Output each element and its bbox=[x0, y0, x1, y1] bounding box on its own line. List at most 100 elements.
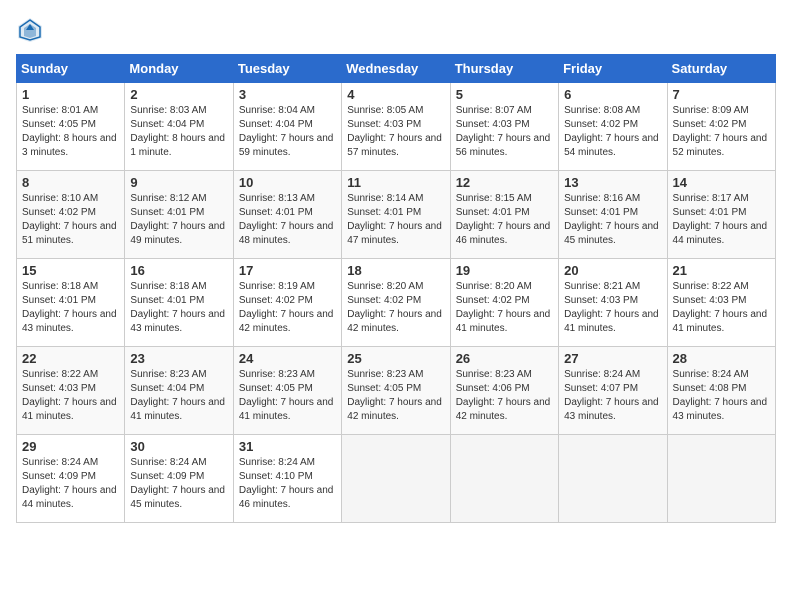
day-number: 6 bbox=[564, 87, 661, 102]
calendar-cell: 7 Sunrise: 8:09 AMSunset: 4:02 PMDaylight… bbox=[667, 83, 775, 171]
col-wednesday: Wednesday bbox=[342, 55, 450, 83]
calendar-cell: 12 Sunrise: 8:15 AMSunset: 4:01 PMDayligh… bbox=[450, 171, 558, 259]
calendar-cell: 29 Sunrise: 8:24 AMSunset: 4:09 PMDayligh… bbox=[17, 435, 125, 523]
day-info: Sunrise: 8:23 AMSunset: 4:04 PMDaylight:… bbox=[130, 369, 225, 422]
day-number: 11 bbox=[347, 175, 444, 190]
col-tuesday: Tuesday bbox=[233, 55, 341, 83]
calendar-week-4: 22 Sunrise: 8:22 AMSunset: 4:03 PMDayligh… bbox=[17, 347, 776, 435]
day-number: 4 bbox=[347, 87, 444, 102]
day-info: Sunrise: 8:03 AMSunset: 4:04 PMDaylight:… bbox=[130, 105, 225, 158]
calendar-cell: 5 Sunrise: 8:07 AMSunset: 4:03 PMDaylight… bbox=[450, 83, 558, 171]
day-info: Sunrise: 8:04 AMSunset: 4:04 PMDaylight:… bbox=[239, 105, 334, 158]
day-number: 5 bbox=[456, 87, 553, 102]
calendar-cell: 22 Sunrise: 8:22 AMSunset: 4:03 PMDayligh… bbox=[17, 347, 125, 435]
day-info: Sunrise: 8:23 AMSunset: 4:05 PMDaylight:… bbox=[239, 369, 334, 422]
day-info: Sunrise: 8:10 AMSunset: 4:02 PMDaylight:… bbox=[22, 193, 117, 246]
day-number: 21 bbox=[673, 263, 770, 278]
day-number: 20 bbox=[564, 263, 661, 278]
day-number: 1 bbox=[22, 87, 119, 102]
day-number: 29 bbox=[22, 439, 119, 454]
day-info: Sunrise: 8:23 AMSunset: 4:05 PMDaylight:… bbox=[347, 369, 442, 422]
day-info: Sunrise: 8:24 AMSunset: 4:10 PMDaylight:… bbox=[239, 457, 334, 510]
calendar-cell bbox=[342, 435, 450, 523]
day-info: Sunrise: 8:18 AMSunset: 4:01 PMDaylight:… bbox=[130, 281, 225, 334]
calendar-week-1: 1 Sunrise: 8:01 AMSunset: 4:05 PMDaylight… bbox=[17, 83, 776, 171]
page-header bbox=[16, 16, 776, 44]
logo-icon bbox=[16, 16, 44, 44]
day-info: Sunrise: 8:01 AMSunset: 4:05 PMDaylight:… bbox=[22, 105, 117, 158]
day-number: 22 bbox=[22, 351, 119, 366]
day-info: Sunrise: 8:13 AMSunset: 4:01 PMDaylight:… bbox=[239, 193, 334, 246]
calendar-cell: 26Sunrise: 8:23 AMSunset: 4:06 PMDayligh… bbox=[450, 347, 558, 435]
calendar-cell: 31 Sunrise: 8:24 AMSunset: 4:10 PMDayligh… bbox=[233, 435, 341, 523]
calendar-cell bbox=[450, 435, 558, 523]
day-info: Sunrise: 8:08 AMSunset: 4:02 PMDaylight:… bbox=[564, 105, 659, 158]
calendar-cell: 27Sunrise: 8:24 AMSunset: 4:07 PMDayligh… bbox=[559, 347, 667, 435]
calendar-cell: 11 Sunrise: 8:14 AMSunset: 4:01 PMDayligh… bbox=[342, 171, 450, 259]
day-info: Sunrise: 8:21 AMSunset: 4:03 PMDaylight:… bbox=[564, 281, 659, 334]
day-number: 31 bbox=[239, 439, 336, 454]
calendar-cell: 28 Sunrise: 8:24 AMSunset: 4:08 PMDayligh… bbox=[667, 347, 775, 435]
day-info: Sunrise: 8:22 AMSunset: 4:03 PMDaylight:… bbox=[22, 369, 117, 422]
day-number: 24 bbox=[239, 351, 336, 366]
calendar-cell: 3 Sunrise: 8:04 AMSunset: 4:04 PMDaylight… bbox=[233, 83, 341, 171]
day-number: 10 bbox=[239, 175, 336, 190]
calendar-cell: 25 Sunrise: 8:23 AMSunset: 4:05 PMDayligh… bbox=[342, 347, 450, 435]
calendar-cell bbox=[559, 435, 667, 523]
calendar-cell: 10 Sunrise: 8:13 AMSunset: 4:01 PMDayligh… bbox=[233, 171, 341, 259]
day-info: Sunrise: 8:12 AMSunset: 4:01 PMDaylight:… bbox=[130, 193, 225, 246]
day-info: Sunrise: 8:09 AMSunset: 4:02 PMDaylight:… bbox=[673, 105, 768, 158]
day-number: 9 bbox=[130, 175, 227, 190]
day-number: 16 bbox=[130, 263, 227, 278]
day-info: Sunrise: 8:20 AMSunset: 4:02 PMDaylight:… bbox=[456, 281, 551, 334]
day-number: 25 bbox=[347, 351, 444, 366]
calendar-cell bbox=[667, 435, 775, 523]
calendar-cell: 17 Sunrise: 8:19 AMSunset: 4:02 PMDayligh… bbox=[233, 259, 341, 347]
day-info: Sunrise: 8:19 AMSunset: 4:02 PMDaylight:… bbox=[239, 281, 334, 334]
calendar-table: Sunday Monday Tuesday Wednesday Thursday… bbox=[16, 54, 776, 523]
day-info: Sunrise: 8:24 AMSunset: 4:07 PMDaylight:… bbox=[564, 369, 659, 422]
day-info: Sunrise: 8:18 AMSunset: 4:01 PMDaylight:… bbox=[22, 281, 117, 334]
day-number: 30 bbox=[130, 439, 227, 454]
calendar-cell: 8Sunrise: 8:10 AMSunset: 4:02 PMDaylight… bbox=[17, 171, 125, 259]
logo bbox=[16, 16, 48, 44]
day-info: Sunrise: 8:15 AMSunset: 4:01 PMDaylight:… bbox=[456, 193, 551, 246]
header-row: Sunday Monday Tuesday Wednesday Thursday… bbox=[17, 55, 776, 83]
day-number: 18 bbox=[347, 263, 444, 278]
day-number: 13 bbox=[564, 175, 661, 190]
calendar-cell: 9 Sunrise: 8:12 AMSunset: 4:01 PMDaylight… bbox=[125, 171, 233, 259]
calendar-cell: 20 Sunrise: 8:21 AMSunset: 4:03 PMDayligh… bbox=[559, 259, 667, 347]
day-info: Sunrise: 8:05 AMSunset: 4:03 PMDaylight:… bbox=[347, 105, 442, 158]
day-info: Sunrise: 8:16 AMSunset: 4:01 PMDaylight:… bbox=[564, 193, 659, 246]
col-saturday: Saturday bbox=[667, 55, 775, 83]
day-number: 28 bbox=[673, 351, 770, 366]
day-number: 26 bbox=[456, 351, 553, 366]
day-info: Sunrise: 8:07 AMSunset: 4:03 PMDaylight:… bbox=[456, 105, 551, 158]
day-number: 17 bbox=[239, 263, 336, 278]
calendar-cell: 18Sunrise: 8:20 AMSunset: 4:02 PMDayligh… bbox=[342, 259, 450, 347]
day-info: Sunrise: 8:14 AMSunset: 4:01 PMDaylight:… bbox=[347, 193, 442, 246]
calendar-cell: 1 Sunrise: 8:01 AMSunset: 4:05 PMDaylight… bbox=[17, 83, 125, 171]
calendar-cell: 16 Sunrise: 8:18 AMSunset: 4:01 PMDayligh… bbox=[125, 259, 233, 347]
day-number: 12 bbox=[456, 175, 553, 190]
day-number: 14 bbox=[673, 175, 770, 190]
calendar-cell: 24 Sunrise: 8:23 AMSunset: 4:05 PMDayligh… bbox=[233, 347, 341, 435]
col-friday: Friday bbox=[559, 55, 667, 83]
calendar-cell: 14Sunrise: 8:17 AMSunset: 4:01 PMDayligh… bbox=[667, 171, 775, 259]
col-sunday: Sunday bbox=[17, 55, 125, 83]
col-thursday: Thursday bbox=[450, 55, 558, 83]
day-number: 7 bbox=[673, 87, 770, 102]
day-number: 23 bbox=[130, 351, 227, 366]
col-monday: Monday bbox=[125, 55, 233, 83]
day-number: 15 bbox=[22, 263, 119, 278]
day-info: Sunrise: 8:24 AMSunset: 4:09 PMDaylight:… bbox=[22, 457, 117, 510]
calendar-cell: 23 Sunrise: 8:23 AMSunset: 4:04 PMDayligh… bbox=[125, 347, 233, 435]
day-info: Sunrise: 8:24 AMSunset: 4:08 PMDaylight:… bbox=[673, 369, 768, 422]
calendar-cell: 30Sunrise: 8:24 AMSunset: 4:09 PMDayligh… bbox=[125, 435, 233, 523]
calendar-cell: 19 Sunrise: 8:20 AMSunset: 4:02 PMDayligh… bbox=[450, 259, 558, 347]
day-number: 19 bbox=[456, 263, 553, 278]
day-number: 2 bbox=[130, 87, 227, 102]
calendar-cell: 6 Sunrise: 8:08 AMSunset: 4:02 PMDaylight… bbox=[559, 83, 667, 171]
day-number: 3 bbox=[239, 87, 336, 102]
calendar-cell: 15 Sunrise: 8:18 AMSunset: 4:01 PMDayligh… bbox=[17, 259, 125, 347]
